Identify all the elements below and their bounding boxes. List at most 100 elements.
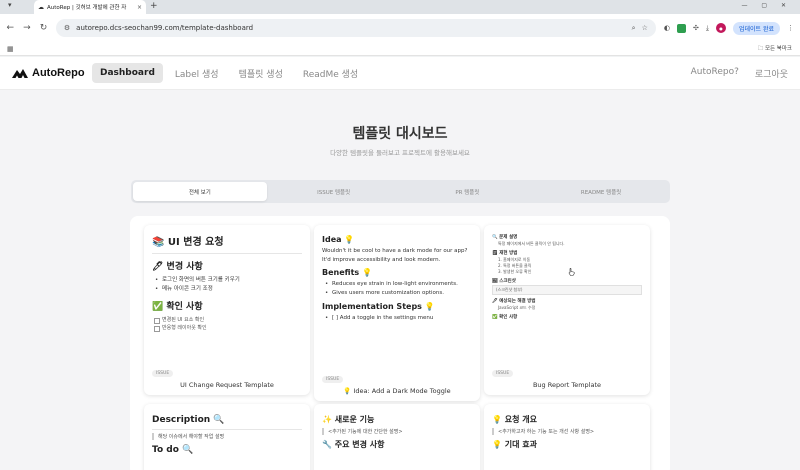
- bookmarks-bar: ▦ 🗀 모든 북마크: [0, 42, 800, 56]
- apps-grid-icon[interactable]: ▦: [7, 45, 14, 53]
- preview-heading: 🔧 주요 변경 사항: [322, 440, 385, 449]
- preview-heading: 🖊 예상되는 해결 방법: [492, 299, 536, 304]
- nav-about[interactable]: AutoRepo?: [691, 67, 739, 80]
- preview-list-item: JavaScript 코드 수정: [498, 305, 536, 310]
- back-icon[interactable]: ←: [6, 23, 15, 33]
- preview-heading: Idea 💡: [322, 235, 355, 244]
- page-body: 템플릿 대시보드 다양한 템플릿을 둘러보고 프로젝트에 활용해보세요 전체 보…: [0, 90, 800, 470]
- site-info-icon[interactable]: ⚙: [64, 24, 70, 32]
- card-tag: ISSUE: [152, 370, 174, 377]
- nav-readme-create[interactable]: ReadMe 생성: [295, 62, 366, 85]
- preview-heading: Implementation Steps 💡: [322, 301, 435, 311]
- preview-checkbox-item: 반응형 레이아웃 확인: [152, 324, 302, 333]
- preview-list-item: 로그인 화면의 버튼 크기를 키우기: [152, 276, 302, 285]
- preview-list-item: 특정 페이지에서 버튼 클릭이 안 됩니다.: [498, 241, 565, 246]
- logo-text: AutoRepo: [32, 67, 85, 79]
- preview-heading: 🔍 문제 설명: [492, 235, 518, 240]
- preview-heading: 💡 요청 개요: [492, 415, 537, 424]
- puzzle-icon[interactable]: ✣: [693, 24, 699, 32]
- green-extension-icon[interactable]: [676, 23, 686, 33]
- card-preview: ✨ 새로운 기능 <추가된 기능에 대한 간단한 설명> 🔧 주요 변경 사항: [314, 404, 480, 470]
- reload-icon[interactable]: ↻: [39, 23, 48, 33]
- folder-icon: 🗀: [757, 45, 765, 52]
- bookmark-star-icon[interactable]: ☆: [642, 24, 648, 32]
- tab-readme[interactable]: README 템플릿: [534, 182, 668, 201]
- preview-heading: 🖊 변경 사항: [152, 262, 203, 272]
- site-header: AutoRepo Dashboard Label 생성 템플릿 생성 ReadM…: [0, 57, 800, 90]
- card-preview: Idea 💡 Wouldn't it be cool to have a dar…: [314, 225, 480, 371]
- zoom-icon[interactable]: ⌕: [632, 24, 636, 33]
- template-card-ui-change[interactable]: 📚 UI 변경 요청 🖊 변경 사항 로그인 화면의 버튼 크기를 키우기 메뉴…: [144, 225, 310, 395]
- card-title: Bug Report Template: [532, 381, 602, 389]
- preview-quote: <추가된 기능에 대한 간단한 설명>: [322, 428, 472, 435]
- nav-label-create[interactable]: Label 생성: [167, 62, 227, 85]
- preview-heading: To do 🔍: [152, 445, 194, 455]
- nav-dashboard[interactable]: Dashboard: [92, 63, 163, 83]
- preview-checkbox-item: 변경된 UI 요소 확인: [152, 316, 302, 325]
- template-card-new-feature[interactable]: ✨ 새로운 기능 <추가된 기능에 대한 간단한 설명> 🔧 주요 변경 사항: [314, 404, 480, 470]
- template-card-description[interactable]: Description 🔍 해당 이슈에서 해야할 작업 설명 To do 🔍: [144, 404, 310, 470]
- update-button[interactable]: 업데이트 완료: [732, 21, 780, 35]
- preview-quote: 해당 이슈에서 해야할 작업 설명: [152, 433, 302, 440]
- preview-list-item: 메뉴 아이콘 크기 조정: [152, 285, 302, 294]
- browser-toolbar: ← → ↻ ⚙ autorepo.dcs-seochan99.com/templ…: [0, 14, 800, 42]
- card-tag: ISSUE: [322, 376, 344, 383]
- divider: [152, 253, 302, 254]
- tab-search-icon[interactable]: ▾: [8, 1, 12, 9]
- template-card-bug-report[interactable]: 🔍 문제 설명 특정 페이지에서 버튼 클릭이 안 됩니다. 🗒 재현 방법 1…: [484, 225, 650, 395]
- preview-quote: <추가하고자 하는 기능 또는 개선 사항 설명>: [492, 428, 642, 435]
- divider: [152, 429, 302, 430]
- preview-heading: ✅ 확인 사항: [152, 301, 203, 312]
- tab-issue[interactable]: ISSUE 템플릿: [267, 182, 401, 201]
- preview-paragraph: Wouldn't it be cool to have a dark mode …: [322, 248, 468, 263]
- profile-avatar[interactable]: ●: [715, 23, 726, 33]
- preview-list-item: 3. 발생한 오류 확인: [498, 269, 532, 274]
- preview-heading: Description 🔍: [152, 415, 225, 425]
- url-text: autorepo.dcs-seochan99.com/template-dash…: [76, 24, 254, 32]
- browser-tab-strip: ▾ ☁ AutoRep | 깃허브 개발에 관한 자 × + — ▢ ✕: [0, 0, 800, 14]
- preview-heading: 🖼 스크린샷: [492, 279, 516, 284]
- mouse-pointer-icon: [568, 268, 575, 276]
- card-preview: 🔍 문제 설명 특정 페이지에서 버튼 클릭이 안 됩니다. 🗒 재현 방법 1…: [484, 225, 650, 365]
- preview-heading: Benefits 💡: [322, 268, 372, 278]
- card-preview: 💡 요청 개요 <추가하고자 하는 기능 또는 개선 사항 설명> 💡 기대 효…: [484, 404, 650, 470]
- logo-mountain-icon: [12, 69, 28, 78]
- logout-link[interactable]: 로그아웃: [755, 67, 788, 80]
- card-title: UI Change Request Template: [180, 381, 274, 389]
- template-card-dark-mode[interactable]: Idea 💡 Wouldn't it be cool to have a dar…: [314, 225, 480, 401]
- all-bookmarks-button[interactable]: 🗀 모든 북마크: [758, 44, 792, 54]
- window-controls-icon[interactable]: — ▢ ✕: [741, 2, 792, 9]
- preview-heading: 💡 기대 효과: [492, 440, 537, 449]
- page-subtitle: 다양한 템플릿을 둘러보고 프로젝트에 활용해보세요: [330, 149, 470, 157]
- template-grid: 📚 UI 변경 요청 🖊 변경 사항 로그인 화면의 버튼 크기를 키우기 메뉴…: [130, 216, 670, 470]
- new-tab-icon[interactable]: +: [150, 1, 158, 11]
- nav-template-create[interactable]: 템플릿 생성: [231, 62, 291, 85]
- card-preview: 📚 UI 변경 요청 🖊 변경 사항 로그인 화면의 버튼 크기를 키우기 메뉴…: [144, 225, 310, 365]
- extension-icon[interactable]: ◐: [664, 24, 670, 32]
- preview-heading: 📚 UI 변경 요청: [152, 237, 224, 248]
- main-nav: Dashboard Label 생성 템플릿 생성 ReadMe 생성: [92, 62, 366, 85]
- tab-all[interactable]: 전체 보기: [133, 182, 267, 201]
- menu-dots-icon[interactable]: ⋮: [787, 24, 794, 32]
- tab-title: AutoRep | 깃허브 개발에 관한 자: [47, 5, 127, 11]
- logo[interactable]: AutoRepo: [12, 67, 92, 79]
- browser-tab[interactable]: ☁ AutoRep | 깃허브 개발에 관한 자 ×: [34, 0, 146, 14]
- right-nav: AutoRepo? 로그아웃: [691, 67, 788, 80]
- preview-heading: ✅ 확인 사항: [492, 315, 518, 320]
- page-title: 템플릿 대시보드: [352, 126, 448, 142]
- card-tag: ISSUE: [492, 370, 514, 377]
- download-icon[interactable]: ⤓: [706, 24, 709, 33]
- forward-icon[interactable]: →: [23, 23, 32, 33]
- card-title: 💡 Idea: Add a Dark Mode Toggle: [343, 387, 451, 395]
- all-bookmarks-label: 모든 북마크: [764, 45, 792, 52]
- template-card-request[interactable]: 💡 요청 개요 <추가하고자 하는 기능 또는 개선 사항 설명> 💡 기대 효…: [484, 404, 650, 470]
- preview-list-item: Gives users more customization options.: [322, 289, 472, 298]
- site-favicon-icon: ☁: [38, 3, 44, 11]
- preview-list-item: [ ] Add a toggle in the settings menu: [322, 314, 472, 323]
- card-preview: Description 🔍 해당 이슈에서 해야할 작업 설명 To do 🔍: [144, 404, 310, 470]
- preview-heading: ✨ 새로운 기능: [322, 415, 375, 424]
- tab-pr[interactable]: PR 템플릿: [401, 182, 535, 201]
- address-bar[interactable]: ⚙ autorepo.dcs-seochan99.com/template-da…: [55, 19, 656, 37]
- close-tab-icon[interactable]: ×: [137, 4, 142, 11]
- template-filter-tabs: 전체 보기 ISSUE 템플릿 PR 템플릿 README 템플릿: [131, 180, 670, 203]
